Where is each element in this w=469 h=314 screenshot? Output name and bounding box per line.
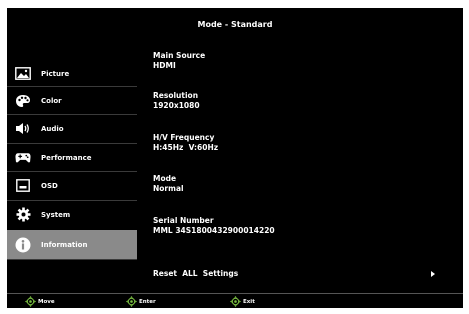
gamepad-icon xyxy=(15,150,31,166)
footer: Move Enter Exit xyxy=(7,295,463,308)
main-source-label: Main Source xyxy=(153,51,206,60)
gear-icon xyxy=(15,207,31,223)
enter-hint: Enter xyxy=(126,296,156,307)
sidebar-item-osd[interactable]: OSD xyxy=(7,172,137,199)
dpad-icon xyxy=(230,296,241,307)
sidebar-item-system[interactable]: System xyxy=(7,201,137,228)
hv-frequency-value: H:45Hz V:60Hz xyxy=(153,143,219,152)
move-label: Move xyxy=(38,298,55,305)
sidebar-item-label: Picture xyxy=(41,69,70,78)
info-icon xyxy=(15,237,31,253)
reset-label: Reset ALL Settings xyxy=(153,268,239,278)
footer-divider xyxy=(7,293,463,294)
move-hint: Move xyxy=(25,296,55,307)
osd-title: Mode - Standard xyxy=(197,20,273,29)
osd-icon xyxy=(15,178,31,194)
sidebar-item-label: Performance xyxy=(41,153,92,162)
enter-label: Enter xyxy=(139,298,156,305)
reset-all-settings[interactable]: Reset ALL Settings xyxy=(153,266,443,280)
speaker-icon xyxy=(15,121,31,137)
resolution-label: Resolution xyxy=(153,91,199,100)
main-source-value: HDMI xyxy=(153,61,176,70)
sidebar-item-performance[interactable]: Performance xyxy=(7,144,137,171)
picture-icon xyxy=(15,66,31,82)
sidebar-item-label: Audio xyxy=(41,124,64,133)
hv-frequency-label: H/V Frequency xyxy=(153,133,215,142)
exit-label: Exit xyxy=(243,298,255,305)
sidebar-item-color[interactable]: Color xyxy=(7,87,137,114)
sidebar-item-label: Color xyxy=(41,96,62,105)
sidebar-item-label: System xyxy=(41,210,71,219)
exit-hint: Exit xyxy=(230,296,255,307)
sidebar-item-label: OSD xyxy=(41,181,58,190)
palette-icon xyxy=(15,93,31,109)
serial-number-label: Serial Number xyxy=(153,216,214,225)
sidebar-item-picture[interactable]: Picture xyxy=(7,60,137,87)
mode-value: Normal xyxy=(153,184,184,193)
sidebar-item-label: Information xyxy=(41,240,88,249)
serial-number-value: MML 34S1800432900014220 xyxy=(153,226,275,235)
sidebar-item-audio[interactable]: Audio xyxy=(7,115,137,142)
osd-window: Mode - Standard Picture Color Audio Perf… xyxy=(7,8,463,308)
divider xyxy=(7,259,137,260)
resolution-value: 1920x1080 xyxy=(153,101,200,110)
chevron-right-icon xyxy=(431,271,435,277)
sidebar-item-information[interactable]: Information xyxy=(7,230,137,259)
dpad-icon xyxy=(126,296,137,307)
mode-label: Mode xyxy=(153,174,177,183)
dpad-icon xyxy=(25,296,36,307)
sidebar: Picture Color Audio Performance OSD Syst… xyxy=(7,44,141,284)
